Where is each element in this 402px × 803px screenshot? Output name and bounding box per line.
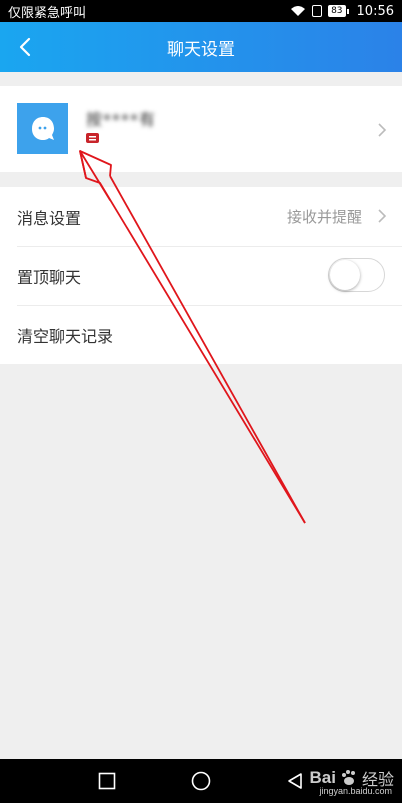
- settings-list: 消息设置 接收并提醒 置顶聊天 清空聊天记录: [0, 187, 402, 364]
- toggle-knob: [330, 260, 360, 290]
- nav-home-icon: [191, 771, 211, 791]
- message-settings-value: 接收并提醒: [286, 208, 362, 226]
- avatar-face-icon: [31, 116, 54, 140]
- battery-level: 83: [328, 5, 346, 17]
- battery-icon: 83: [328, 5, 349, 17]
- pin-chat-toggle[interactable]: [328, 258, 385, 292]
- clear-history-row[interactable]: 清空聊天记录: [0, 305, 402, 364]
- chevron-right-icon: [378, 123, 387, 137]
- clock: 10:56: [356, 3, 394, 19]
- status-icons: 83 10:56: [290, 4, 394, 19]
- app-header: 聊天设置: [0, 22, 402, 72]
- nav-back-button[interactable]: [280, 766, 310, 796]
- message-settings-row[interactable]: 消息设置 接收并提醒: [0, 187, 402, 246]
- sim-icon: [312, 5, 323, 17]
- chevron-right-icon: [378, 209, 387, 223]
- back-button[interactable]: [8, 30, 42, 64]
- contact-name: 按****有: [86, 110, 157, 129]
- watermark-logo: Bai: [309, 768, 336, 787]
- avatar[interactable]: [17, 103, 68, 154]
- baidu-paw-icon: [341, 770, 355, 785]
- nav-back-icon: [288, 773, 302, 789]
- pin-chat-label: 置顶聊天: [17, 267, 82, 287]
- nav-home-button[interactable]: [186, 766, 216, 796]
- carrier-text: 仅限紧急呼叫: [8, 5, 87, 21]
- pin-chat-row: 置顶聊天: [0, 246, 402, 305]
- status-bar: 仅限紧急呼叫 83 10:56: [0, 0, 402, 22]
- wifi-icon: [291, 6, 306, 16]
- back-arrow-icon: [19, 37, 31, 57]
- clear-history-label: 清空聊天记录: [17, 326, 114, 346]
- page-title: 聊天设置: [167, 39, 235, 60]
- contact-profile-card[interactable]: 按****有: [0, 86, 402, 172]
- message-settings-label: 消息设置: [17, 208, 82, 228]
- nav-recent-icon: [98, 772, 116, 790]
- watermark-url: jingyan.baidu.com: [319, 786, 392, 796]
- badge-icon: [86, 133, 99, 143]
- nav-recent-button[interactable]: [92, 766, 122, 796]
